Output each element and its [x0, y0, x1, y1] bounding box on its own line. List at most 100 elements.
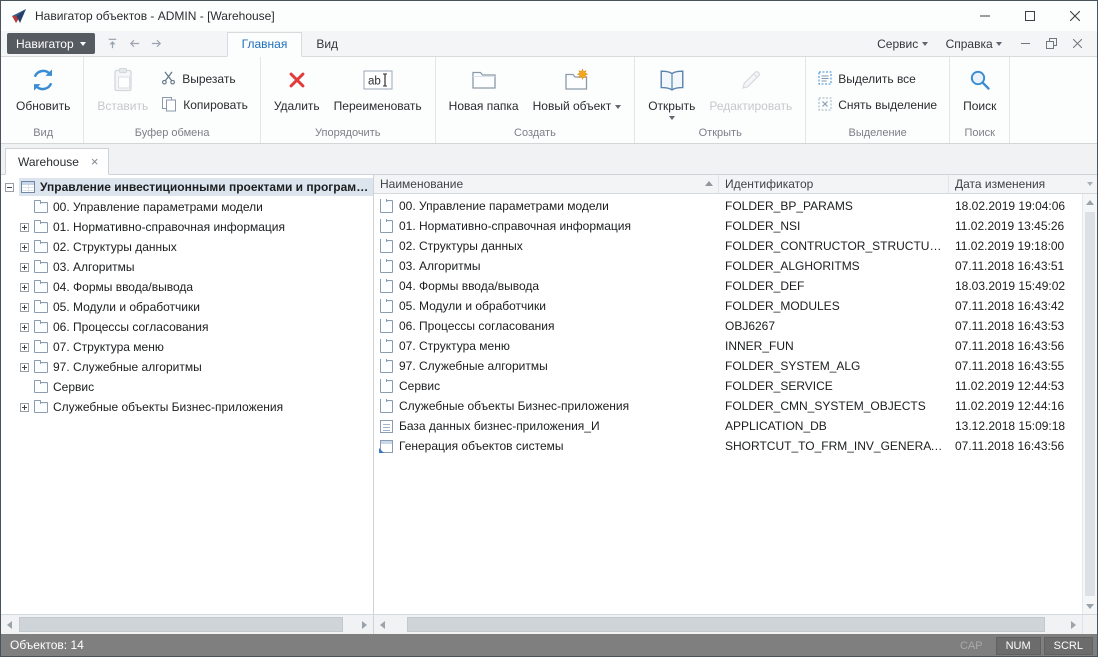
tab-close-icon[interactable]: ×: [91, 155, 99, 168]
rename-button[interactable]: ab Переименовать: [327, 60, 429, 115]
table-row[interactable]: 01. Нормативно-справочная информация FOL…: [374, 216, 1082, 236]
row-identifier: FOLDER_CMN_SYSTEM_OBJECTS: [719, 399, 949, 413]
vertical-scroll-track[interactable]: [1083, 210, 1097, 598]
tree-item[interactable]: 97. Служебные алгоритмы: [1, 357, 373, 377]
tree-expander[interactable]: [20, 403, 29, 412]
close-document-icon[interactable]: [1065, 34, 1089, 54]
new-object-button[interactable]: Новый объект: [526, 60, 629, 115]
tree-expander[interactable]: [20, 363, 29, 372]
new-object-icon: [564, 65, 590, 95]
scroll-left-icon[interactable]: [1, 615, 18, 634]
menu-service[interactable]: Сервис: [868, 37, 936, 51]
grid-horizontal-scrollbar[interactable]: [374, 615, 1082, 634]
table-row[interactable]: Служебные объекты Бизнес-приложения FOLD…: [374, 396, 1082, 416]
table-row[interactable]: 97. Служебные алгоритмы FOLDER_SYSTEM_AL…: [374, 356, 1082, 376]
refresh-button[interactable]: Обновить: [9, 60, 77, 115]
open-button[interactable]: Открыть: [641, 60, 702, 122]
tree-expander[interactable]: [20, 263, 29, 272]
minimize-ribbon-icon[interactable]: [1013, 34, 1037, 54]
cut-button[interactable]: Вырезать: [155, 69, 254, 89]
tree-item-label: 97. Служебные алгоритмы: [53, 360, 202, 374]
tree-expander[interactable]: [20, 343, 29, 352]
scroll-right-icon[interactable]: [356, 615, 373, 634]
table-row[interactable]: 05. Модули и обработчики FOLDER_MODULES …: [374, 296, 1082, 316]
tree-item[interactable]: 05. Модули и обработчики: [1, 297, 373, 317]
scroll-left-icon[interactable]: [374, 615, 391, 634]
tab-view[interactable]: Вид: [302, 32, 352, 57]
table-row[interactable]: Сервис FOLDER_SERVICE 11.02.2019 12:44:5…: [374, 376, 1082, 396]
group-label-open: Открыть: [635, 126, 805, 143]
collapse-all-icon[interactable]: [103, 34, 123, 54]
edit-button[interactable]: Редактировать: [702, 60, 799, 115]
tree-item[interactable]: 03. Алгоритмы: [1, 257, 373, 277]
tab-warehouse[interactable]: Warehouse ×: [5, 148, 109, 175]
table-row[interactable]: 04. Формы ввода/вывода FOLDER_DEF 18.03.…: [374, 276, 1082, 296]
tree-expander[interactable]: [20, 223, 29, 232]
tree-item[interactable]: Служебные объекты Бизнес-приложения: [1, 397, 373, 417]
column-header-name[interactable]: Наименование: [374, 175, 719, 193]
column-chooser-button[interactable]: [1082, 175, 1097, 193]
paste-button[interactable]: Вставить: [90, 60, 155, 115]
vertical-scrollbar[interactable]: [1082, 194, 1097, 614]
tree-scroll-thumb[interactable]: [19, 617, 343, 632]
navigator-menu-button[interactable]: Навигатор: [7, 33, 95, 54]
delete-button[interactable]: Удалить: [267, 60, 327, 115]
scroll-down-icon[interactable]: [1083, 598, 1097, 614]
row-identifier: OBJ6267: [719, 319, 949, 333]
tree-item[interactable]: 01. Нормативно-справочная информация: [1, 217, 373, 237]
tree-item[interactable]: 04. Формы ввода/вывода: [1, 277, 373, 297]
row-type-icon: [380, 320, 393, 333]
tree-root-expander[interactable]: [5, 183, 14, 192]
tree-horizontal-scrollbar[interactable]: [1, 615, 374, 634]
tree-item[interactable]: Сервис: [1, 377, 373, 397]
grid-scroll-track[interactable]: [391, 615, 1065, 634]
table-row[interactable]: 00. Управление параметрами модели FOLDER…: [374, 196, 1082, 216]
clear-selection-button[interactable]: Снять выделение: [812, 95, 943, 115]
tree-root-item[interactable]: Управление инвестиционными проектами и п…: [1, 177, 373, 197]
copy-button[interactable]: Копировать: [155, 95, 254, 115]
tree-item-label: 00. Управление параметрами модели: [53, 200, 263, 214]
table-row[interactable]: 06. Процессы согласования OBJ6267 07.11.…: [374, 316, 1082, 336]
status-indicator: NUM: [996, 637, 1041, 655]
tree-item[interactable]: 02. Структуры данных: [1, 237, 373, 257]
select-all-button[interactable]: Выделить все: [812, 69, 943, 89]
search-button[interactable]: Поиск: [956, 60, 1003, 115]
tree-scroll-track[interactable]: [18, 615, 356, 634]
table-row[interactable]: 02. Структуры данных FOLDER_CONTRUCTOR_S…: [374, 236, 1082, 256]
tree-expander[interactable]: [20, 303, 29, 312]
tree-item[interactable]: 00. Управление параметрами модели: [1, 197, 373, 217]
tab-home[interactable]: Главная: [227, 32, 303, 57]
select-all-icon: [818, 71, 832, 88]
new-folder-button[interactable]: Новая папка: [442, 60, 526, 115]
back-icon[interactable]: [125, 34, 145, 54]
vertical-scroll-thumb[interactable]: [1085, 212, 1095, 596]
close-button[interactable]: [1052, 1, 1097, 31]
scroll-right-icon[interactable]: [1065, 615, 1082, 634]
tree-expander[interactable]: [20, 323, 29, 332]
refresh-label: Обновить: [16, 99, 70, 113]
table-row[interactable]: 03. Алгоритмы FOLDER_ALGHORITMS 07.11.20…: [374, 256, 1082, 276]
forward-icon[interactable]: [147, 34, 167, 54]
minimize-button[interactable]: [962, 1, 1007, 31]
sort-ascending-icon: [705, 181, 713, 186]
scroll-up-icon[interactable]: [1083, 194, 1097, 210]
tree-item[interactable]: 06. Процессы согласования: [1, 317, 373, 337]
ribbon-group-view: Обновить Вид: [3, 57, 84, 143]
folder-icon: [34, 382, 48, 393]
edit-label: Редактировать: [709, 99, 792, 113]
tree-expander[interactable]: [20, 243, 29, 252]
new-object-label: Новый объект: [533, 99, 612, 113]
tree-item[interactable]: 07. Структура меню: [1, 337, 373, 357]
tree-expander[interactable]: [20, 283, 29, 292]
grid-scroll-thumb[interactable]: [407, 617, 1045, 632]
row-modified-date: 07.11.2018 16:43:55: [949, 359, 1082, 373]
column-header-date[interactable]: Дата изменения: [949, 175, 1082, 193]
column-header-id[interactable]: Идентификатор: [719, 175, 949, 193]
maximize-button[interactable]: [1007, 1, 1052, 31]
group-label-view: Вид: [3, 126, 83, 143]
restore-window-icon[interactable]: [1039, 34, 1063, 54]
table-row[interactable]: 07. Структура меню INNER_FUN 07.11.2018 …: [374, 336, 1082, 356]
menu-help[interactable]: Справка: [937, 37, 1011, 51]
table-row[interactable]: Генерация объектов системы SHORTCUT_TO_F…: [374, 436, 1082, 456]
table-row[interactable]: База данных бизнес-приложения_И APPLICAT…: [374, 416, 1082, 436]
